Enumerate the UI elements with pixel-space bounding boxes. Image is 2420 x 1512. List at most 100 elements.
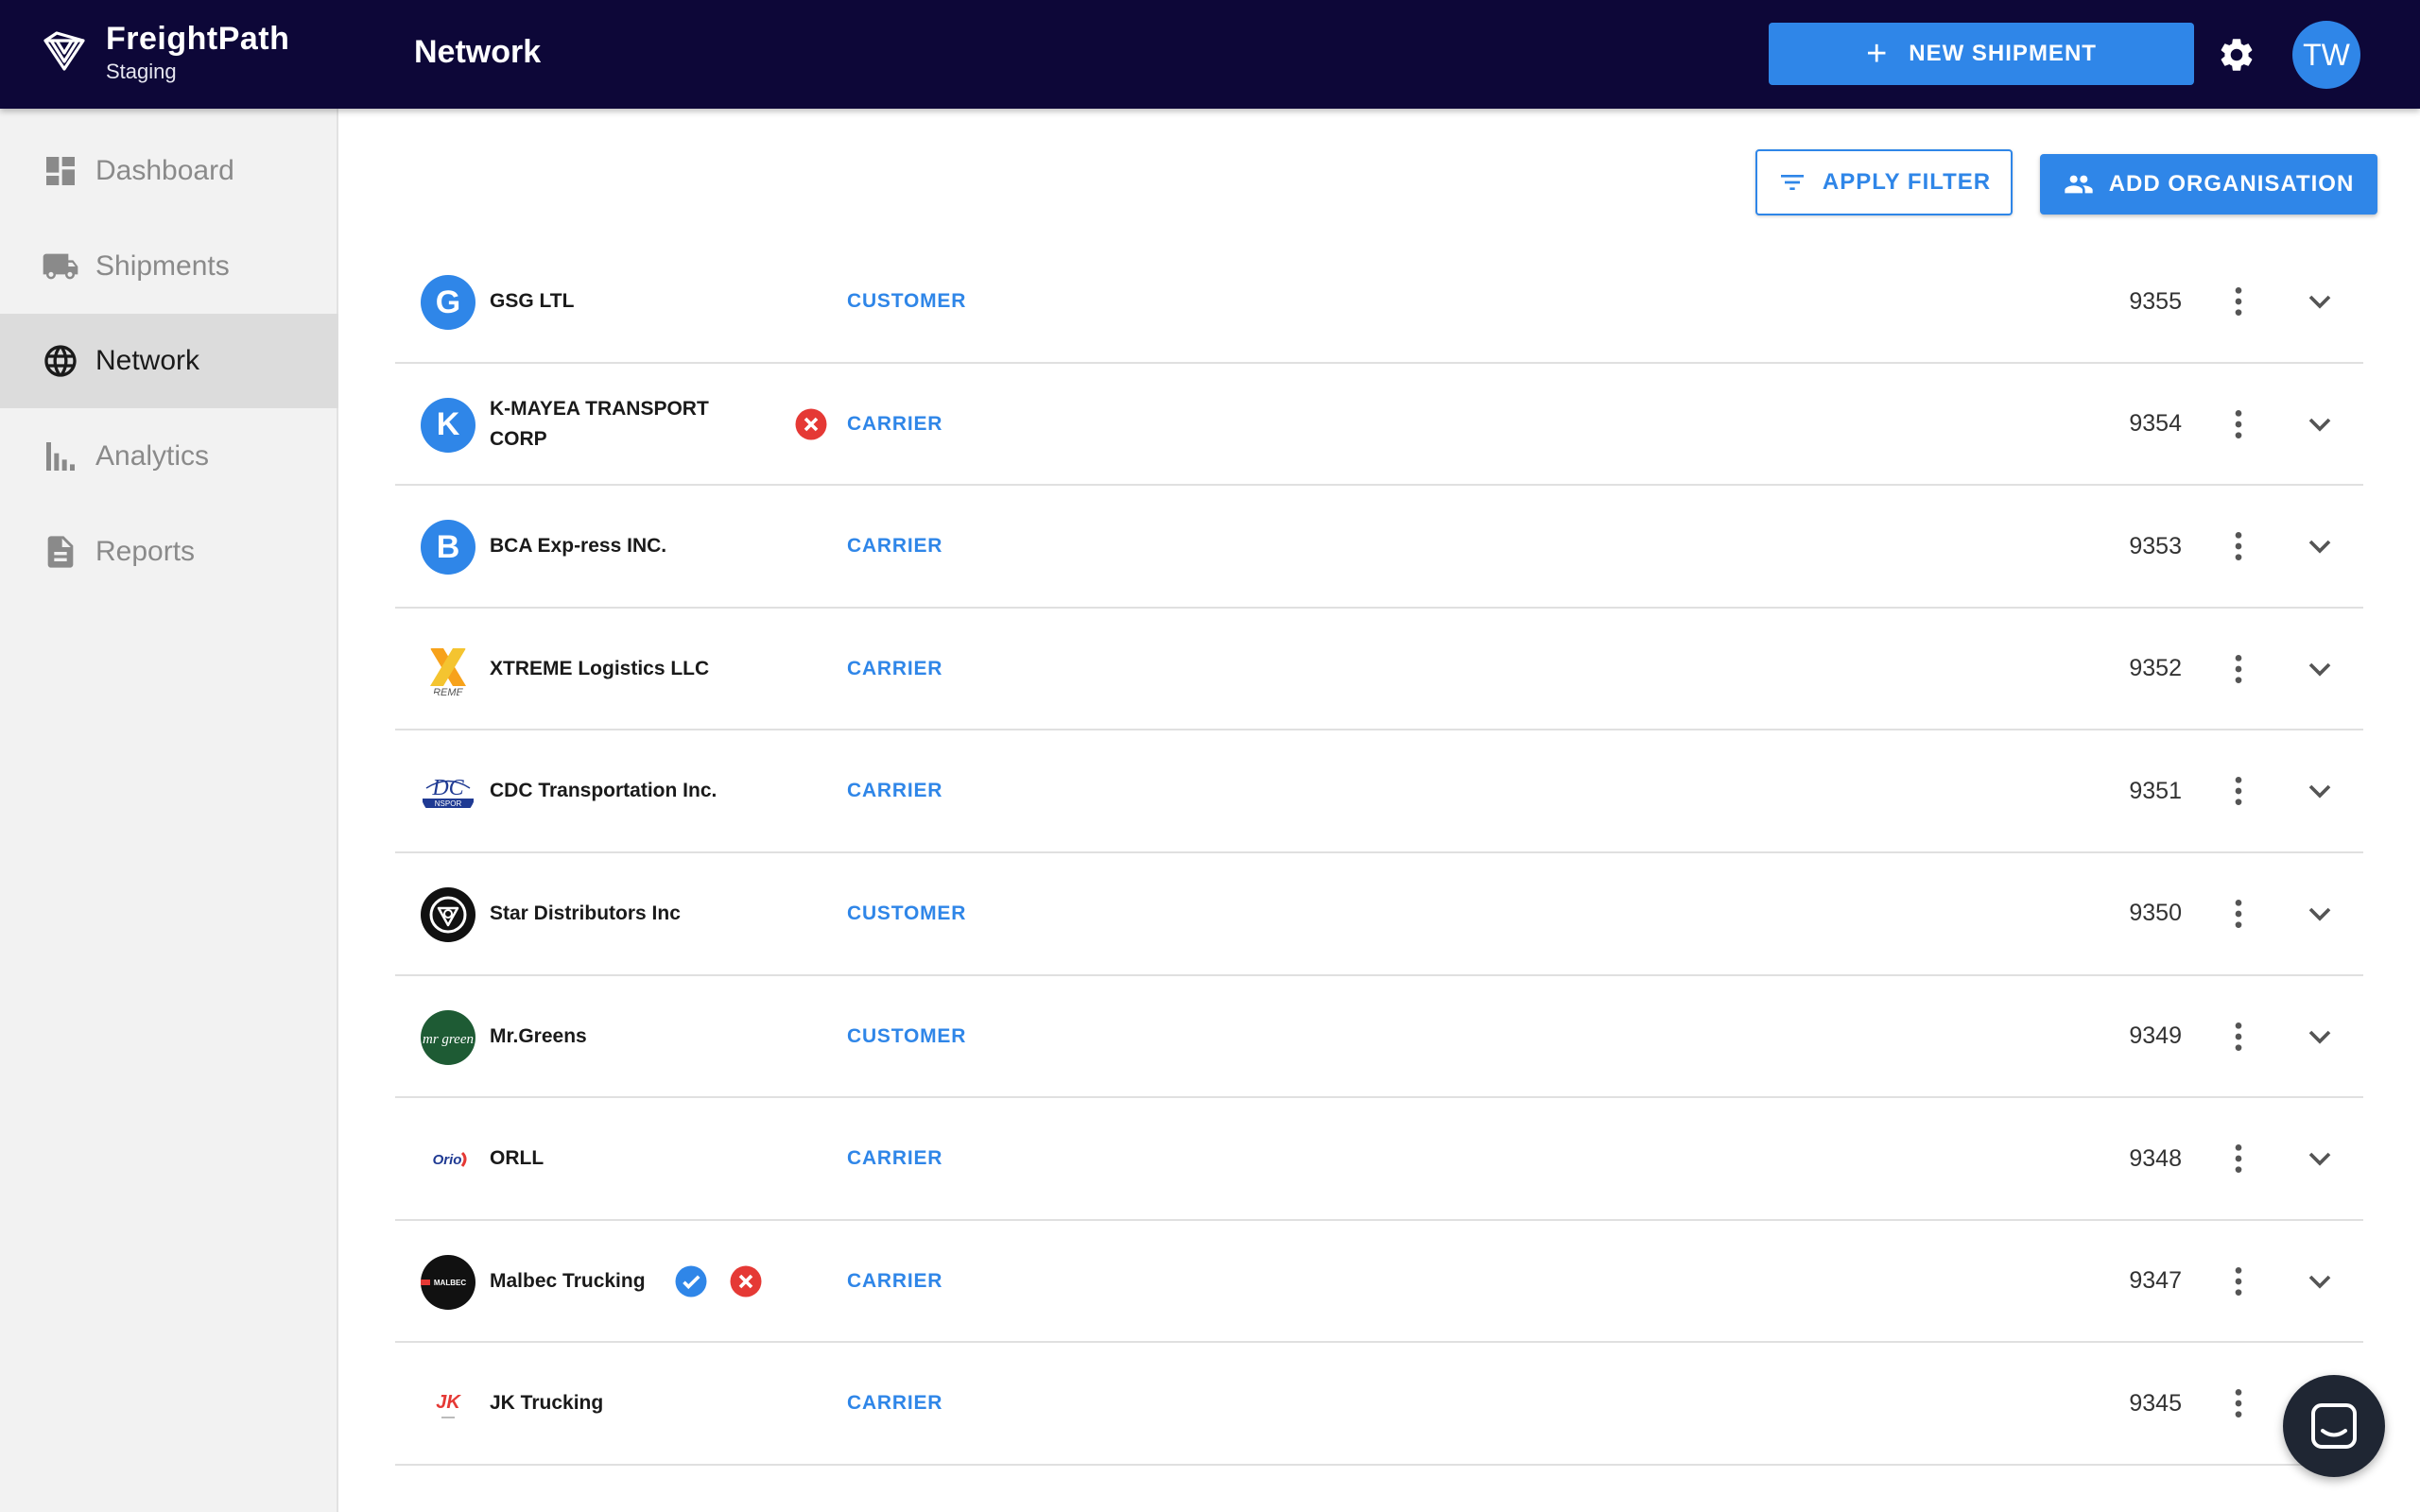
more-vert-icon[interactable]: [2220, 772, 2257, 810]
table-row[interactable]: MALBEC Malbec Trucking CARRIER 9347: [395, 1221, 2363, 1344]
sidebar-item-label: Analytics: [95, 440, 209, 472]
org-logo: B: [421, 520, 475, 575]
sidebar-item-network[interactable]: Network: [0, 314, 338, 408]
org-logo: G: [421, 275, 475, 330]
table-row[interactable]: JK JK Trucking CARRIER 9345: [395, 1343, 2363, 1466]
xtreme-logo-icon: REME: [421, 643, 475, 697]
svg-text:REME: REME: [433, 687, 463, 697]
error-cancel-icon: [729, 1264, 763, 1298]
chevron-down-icon[interactable]: [2301, 283, 2339, 320]
org-type-link[interactable]: CARRIER: [847, 1221, 942, 1342]
table-row[interactable]: mr green Mr.Greens CUSTOMER 9349: [395, 976, 2363, 1099]
gear-icon[interactable]: [2217, 35, 2256, 75]
mr-greens-logo-icon: mr green: [421, 1010, 475, 1065]
table-row[interactable]: K K-MAYEA TRANSPORT CORP CARRIER 9354: [395, 364, 2363, 487]
sidebar-item-label: Shipments: [95, 250, 230, 283]
table-row[interactable]: Star Distributors Inc CUSTOMER 9350: [395, 853, 2363, 976]
organisation-list: G GSG LTL CUSTOMER 9355 K K-MAYEA TRANSP…: [395, 241, 2363, 1466]
new-shipment-label: NEW SHIPMENT: [1909, 41, 2097, 67]
org-type-link[interactable]: CUSTOMER: [847, 241, 966, 362]
sidebar-item-shipments[interactable]: Shipments: [0, 219, 338, 314]
more-vert-icon[interactable]: [2220, 527, 2257, 565]
status-badges: [794, 407, 849, 441]
chat-launcher-button[interactable]: [2283, 1375, 2385, 1477]
org-logo: mr green: [421, 1010, 475, 1065]
chevron-down-icon[interactable]: [2301, 1263, 2339, 1300]
org-id: 9353: [2129, 486, 2182, 607]
chevron-down-icon[interactable]: [2301, 650, 2339, 688]
more-vert-icon[interactable]: [2220, 1384, 2257, 1422]
org-type-link[interactable]: CARRIER: [847, 609, 942, 730]
sidebar-item-analytics[interactable]: Analytics: [0, 409, 338, 504]
svg-text:MALBEC: MALBEC: [434, 1279, 466, 1287]
org-type-link[interactable]: CARRIER: [847, 1098, 942, 1219]
org-type-link[interactable]: CARRIER: [847, 730, 942, 851]
org-type-link[interactable]: CARRIER: [847, 486, 942, 607]
add-organisation-button[interactable]: ADD ORGANISATION: [2040, 154, 2377, 215]
status-badges: [674, 1264, 784, 1298]
table-row[interactable]: G GSG LTL CUSTOMER 9355: [395, 241, 2363, 364]
truck-icon: [42, 248, 79, 285]
more-vert-icon[interactable]: [2220, 650, 2257, 688]
sidebar-item-label: Network: [95, 345, 199, 377]
user-avatar[interactable]: TW: [2292, 21, 2360, 89]
org-type-link[interactable]: CARRIER: [847, 364, 942, 485]
org-type-link[interactable]: CUSTOMER: [847, 853, 966, 974]
svg-text:DC: DC: [431, 776, 464, 800]
org-logo: DC NSPOR: [421, 765, 475, 819]
org-id: 9352: [2129, 609, 2182, 730]
chevron-down-icon[interactable]: [2301, 1018, 2339, 1056]
filter-icon: [1777, 167, 1807, 198]
table-row[interactable]: DC NSPOR CDC Transportation Inc. CARRIER…: [395, 730, 2363, 853]
sidebar: Dashboard Shipments Network Analytics Re…: [0, 109, 338, 1512]
svg-text:Orio: Orio: [433, 1152, 462, 1168]
org-id: 9350: [2129, 853, 2182, 974]
table-row[interactable]: B BCA Exp-ress INC. CARRIER 9353: [395, 486, 2363, 609]
org-id: 9354: [2129, 364, 2182, 485]
people-icon: [2064, 169, 2094, 199]
more-vert-icon[interactable]: [2220, 283, 2257, 320]
org-name: ORLL: [490, 1098, 745, 1219]
orll-logo-icon: Orio: [421, 1132, 475, 1187]
bar-chart-icon: [42, 438, 79, 475]
org-name: GSG LTL: [490, 241, 745, 362]
table-row[interactable]: REME XTREME Logistics LLC CARRIER 9352: [395, 609, 2363, 731]
apply-filter-button[interactable]: APPLY FILTER: [1755, 149, 2013, 215]
brand[interactable]: FreightPath Staging: [40, 19, 289, 85]
add-organisation-label: ADD ORGANISATION: [2109, 171, 2355, 198]
svg-text:JK: JK: [436, 1392, 461, 1413]
globe-icon: [42, 342, 79, 380]
new-shipment-button[interactable]: + NEW SHIPMENT: [1769, 23, 2194, 85]
org-id: 9348: [2129, 1098, 2182, 1219]
more-vert-icon[interactable]: [2220, 1018, 2257, 1056]
org-logo: [421, 887, 475, 942]
org-name: K-MAYEA TRANSPORT CORP: [490, 364, 745, 485]
more-vert-icon[interactable]: [2220, 1263, 2257, 1300]
brand-name: FreightPath: [106, 19, 289, 59]
more-vert-icon[interactable]: [2220, 895, 2257, 933]
chevron-down-icon[interactable]: [2301, 772, 2339, 810]
malbec-logo-icon: MALBEC: [421, 1255, 475, 1310]
top-app-bar: FreightPath Staging Network + NEW SHIPME…: [0, 0, 2420, 109]
org-id: 9349: [2129, 976, 2182, 1097]
org-logo: JK: [421, 1377, 475, 1432]
chevron-down-icon[interactable]: [2301, 527, 2339, 565]
table-row[interactable]: Orio ORLL CARRIER 9348: [395, 1098, 2363, 1221]
org-type-link[interactable]: CARRIER: [847, 1343, 942, 1464]
org-logo: Orio: [421, 1132, 475, 1187]
org-id: 9345: [2129, 1343, 2182, 1464]
sidebar-item-dashboard[interactable]: Dashboard: [0, 124, 338, 218]
dashboard-icon: [42, 152, 79, 190]
org-id: 9351: [2129, 730, 2182, 851]
more-vert-icon[interactable]: [2220, 405, 2257, 443]
svg-text:mr green: mr green: [423, 1032, 474, 1047]
org-id: 9355: [2129, 241, 2182, 362]
chevron-down-icon[interactable]: [2301, 1140, 2339, 1177]
org-type-link[interactable]: CUSTOMER: [847, 976, 966, 1097]
jk-trucking-logo-icon: JK: [421, 1377, 475, 1432]
more-vert-icon[interactable]: [2220, 1140, 2257, 1177]
chevron-down-icon[interactable]: [2301, 405, 2339, 443]
chevron-down-icon[interactable]: [2301, 895, 2339, 933]
sidebar-item-reports[interactable]: Reports: [0, 505, 338, 599]
chat-icon: [2308, 1400, 2360, 1452]
